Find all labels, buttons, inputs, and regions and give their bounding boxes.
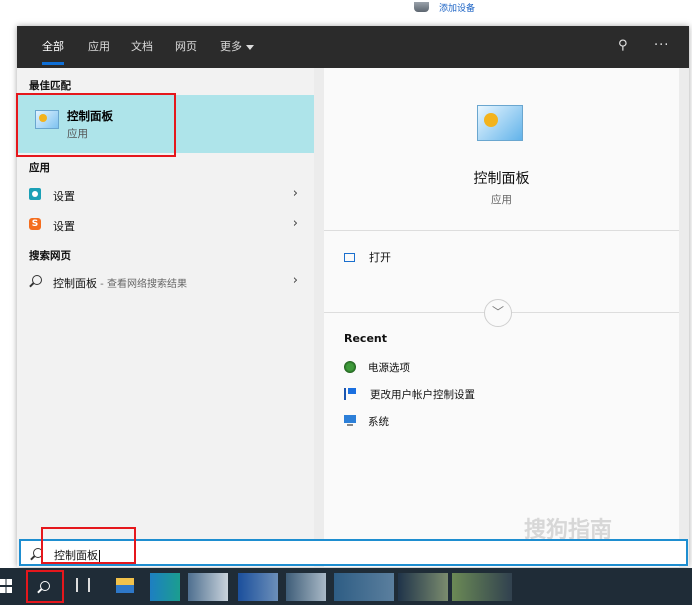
control-panel-icon xyxy=(35,110,59,129)
tab-documents[interactable]: 文档 xyxy=(131,26,153,68)
feedback-icon[interactable]: ⚲ xyxy=(618,38,628,53)
detail-title: 控制面板 xyxy=(473,171,530,187)
chevron-right-icon[interactable]: › xyxy=(293,273,298,288)
tab-more[interactable]: 更多 xyxy=(220,26,254,68)
tab-apps[interactable]: 应用 xyxy=(88,26,110,68)
search-icon xyxy=(29,275,42,287)
best-match-item[interactable]: 控制面板 应用 xyxy=(17,95,314,153)
desktop-strip: 添加设备 xyxy=(0,0,692,24)
chevron-down-icon xyxy=(246,44,254,50)
power-options-icon xyxy=(344,361,356,373)
section-web-heading: 搜索网页 xyxy=(29,250,71,262)
text-caret xyxy=(99,550,100,562)
file-explorer-icon[interactable] xyxy=(116,578,134,593)
expand-button[interactable]: ﹀ xyxy=(484,299,512,327)
pinned-app-icon[interactable] xyxy=(188,573,228,601)
results-list: 最佳匹配 控制面板 应用 应用 设置 › S 设置 › 搜索网页 控制面板 - … xyxy=(17,68,314,567)
app-result-sogou-settings[interactable]: S 设置 › xyxy=(17,211,314,239)
chevron-right-icon[interactable]: › xyxy=(293,216,298,231)
app-result-label: 设置 xyxy=(53,190,75,203)
task-view-icon[interactable] xyxy=(76,578,90,592)
detail-subtitle: 应用 xyxy=(491,194,512,206)
sogou-s-icon: S xyxy=(29,218,41,230)
flag-icon xyxy=(344,388,358,400)
add-device-label: 添加设备 xyxy=(439,3,476,14)
tab-web[interactable]: 网页 xyxy=(175,26,197,68)
search-icon xyxy=(33,548,43,558)
best-match-title: 控制面板 xyxy=(67,109,113,123)
app-result-label: 设置 xyxy=(53,220,75,233)
search-icon xyxy=(40,581,50,591)
divider xyxy=(324,230,679,231)
recent-item-label: 更改用户帐户控制设置 xyxy=(370,388,475,401)
chevron-right-icon[interactable]: › xyxy=(293,186,298,201)
tab-more-label: 更多 xyxy=(220,40,242,53)
chevron-down-icon: ﹀ xyxy=(491,305,504,319)
open-icon xyxy=(344,252,355,262)
pinned-app-icon[interactable] xyxy=(286,573,326,601)
pinned-app-icon[interactable] xyxy=(398,573,448,601)
tab-all[interactable]: 全部 xyxy=(42,26,64,68)
more-options-icon[interactable]: ··· xyxy=(654,38,669,53)
section-apps-heading: 应用 xyxy=(29,162,50,174)
web-result-suffix: - 查看网络搜索结果 xyxy=(97,279,187,290)
best-match-subtitle: 应用 xyxy=(67,128,88,140)
recent-heading: Recent xyxy=(344,332,388,345)
filter-tabs: 全部 应用 文档 网页 更多 ⚲ ··· xyxy=(17,26,689,68)
recent-item-power[interactable]: 电源选项 xyxy=(344,359,410,375)
app-result-settings[interactable]: 设置 › xyxy=(17,181,314,209)
pinned-app-icon[interactable] xyxy=(334,573,394,601)
settings-gear-icon xyxy=(29,188,41,200)
taskbar-search-button[interactable] xyxy=(28,574,62,600)
search-box[interactable]: 控制面板 xyxy=(19,539,688,566)
open-label: 打开 xyxy=(369,251,391,264)
web-result-label: 控制面板 xyxy=(53,277,97,290)
recent-item-label: 系统 xyxy=(368,415,389,428)
recent-item-uac[interactable]: 更改用户帐户控制设置 xyxy=(344,386,475,402)
device-icon xyxy=(414,2,429,12)
search-input[interactable]: 控制面板 xyxy=(54,547,100,563)
web-search-result[interactable]: 控制面板 - 查看网络搜索结果 › xyxy=(17,268,314,296)
taskbar xyxy=(0,568,692,605)
recent-item-system[interactable]: 系统 xyxy=(344,413,389,429)
detail-pane: 控制面板 应用 打开 ﹀ Recent 电源选项 更改用户帐户控制设置 系统 xyxy=(324,68,679,567)
start-search-panel: 全部 应用 文档 网页 更多 ⚲ ··· 最佳匹配 控制面板 应用 应用 设置 … xyxy=(17,26,689,567)
open-action[interactable]: 打开 xyxy=(344,248,391,266)
pinned-app-icon[interactable] xyxy=(150,573,180,601)
control-panel-large-icon xyxy=(477,105,523,141)
pinned-app-icon[interactable] xyxy=(452,573,512,601)
monitor-icon xyxy=(344,415,356,427)
windows-start-icon[interactable] xyxy=(0,579,12,593)
search-query-text: 控制面板 xyxy=(54,549,98,562)
section-best-match-heading: 最佳匹配 xyxy=(29,80,71,92)
recent-item-label: 电源选项 xyxy=(368,361,410,374)
add-device-link[interactable]: 添加设备 xyxy=(414,0,475,14)
pinned-app-icon[interactable] xyxy=(238,573,278,601)
